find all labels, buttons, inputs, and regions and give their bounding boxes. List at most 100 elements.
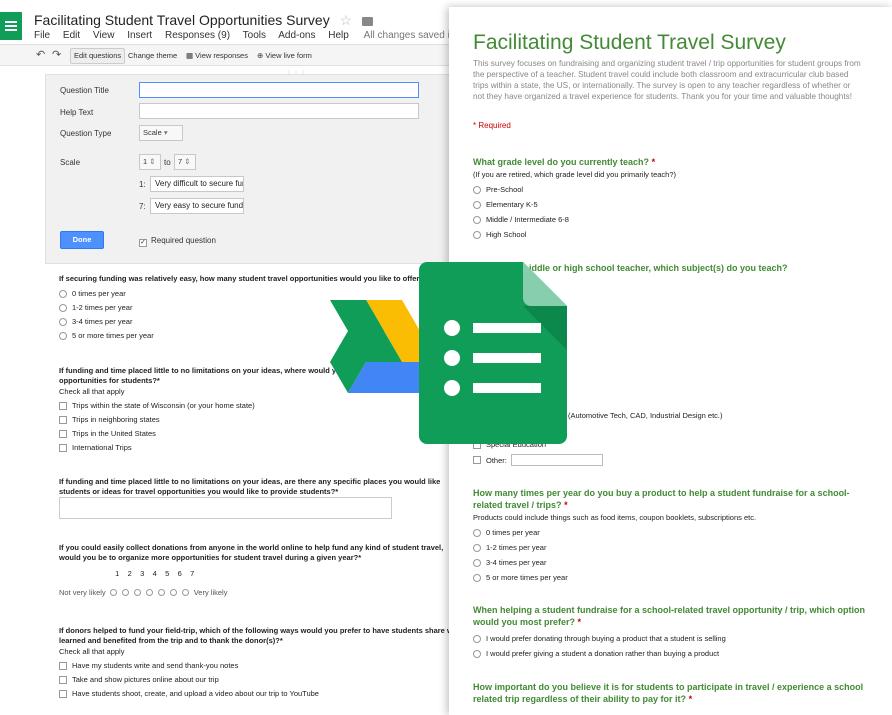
form-description: This survey focuses on fundraising and o… <box>473 59 861 101</box>
other-text-input[interactable] <box>510 454 603 466</box>
question-title-continued[interactable]: learned and benefited from the trip and … <box>59 636 459 646</box>
option[interactable]: Trips in neighboring states <box>59 415 459 424</box>
paragraph-answer-box[interactable] <box>59 497 392 519</box>
scale-from-select[interactable]: 1 ⇕ <box>139 154 161 170</box>
radio-icon[interactable] <box>473 543 481 552</box>
radio-icon[interactable] <box>59 331 67 340</box>
radio-icon[interactable] <box>59 317 67 326</box>
option[interactable]: 0 times per year <box>473 528 873 537</box>
checkbox-icon[interactable] <box>473 456 481 464</box>
radio-icon[interactable] <box>59 303 67 312</box>
label-1-input[interactable]: Very difficult to secure funding <box>150 176 244 192</box>
option[interactable]: I would prefer giving a student a donati… <box>473 649 873 658</box>
radio-icon[interactable] <box>182 589 190 596</box>
radio-icon[interactable] <box>59 289 67 298</box>
question-type-select[interactable]: Scale ▾ <box>139 125 183 141</box>
forms-app-icon[interactable] <box>0 12 22 40</box>
required-star: * <box>651 157 656 167</box>
label-7-input[interactable]: Very easy to secure funding <box>150 198 244 214</box>
option[interactable]: International Trips <box>59 443 459 452</box>
star-icon[interactable]: ☆ <box>340 12 353 28</box>
question-title[interactable]: If funding and time placed little to no … <box>59 477 459 487</box>
doc-title-text[interactable]: Facilitating Student Travel Opportunitie… <box>34 12 330 28</box>
option-label: Have my students write and send thank-yo… <box>72 661 239 670</box>
option[interactable]: Middle / Intermediate 6-8 <box>473 215 873 224</box>
option[interactable]: Have students shoot, create, and upload … <box>59 689 459 698</box>
scale-to-word: to <box>164 158 171 167</box>
radio-icon[interactable] <box>473 528 481 537</box>
stepper-icon: ⇕ <box>149 157 156 166</box>
menu-edit[interactable]: Edit <box>63 30 80 41</box>
radio-icon[interactable] <box>146 589 154 596</box>
live-question-2-fragment: (Automotive Tech, CAD, Industrial Design… <box>568 411 723 420</box>
required-star: * <box>688 694 693 704</box>
option[interactable]: I would prefer donating through buying a… <box>473 634 873 643</box>
radio-icon[interactable] <box>158 589 166 596</box>
radio-icon[interactable] <box>473 558 481 567</box>
radio-icon[interactable] <box>473 634 481 643</box>
radio-icon[interactable] <box>473 649 481 658</box>
label-7-prefix: 7: <box>139 202 146 211</box>
radio-icon[interactable] <box>473 200 481 209</box>
question-title: How important do you believe it is for s… <box>473 681 873 705</box>
option[interactable]: Have my students write and send thank-yo… <box>59 661 459 670</box>
radio-icon[interactable] <box>122 589 130 596</box>
question-title-continued[interactable]: students or ideas for travel opportuniti… <box>59 487 459 497</box>
required-question-toggle[interactable]: ✓ Required question <box>139 236 216 247</box>
radio-icon[interactable] <box>473 185 481 194</box>
question-title[interactable]: If securing funding was relatively easy,… <box>59 274 459 284</box>
radio-icon[interactable] <box>473 230 481 239</box>
question-help: (If you are retired, which grade level d… <box>473 170 677 179</box>
option[interactable]: 5 or more times per year <box>473 573 873 582</box>
menu-responses[interactable]: Responses (9) <box>165 30 230 41</box>
view-live-form-button[interactable]: ⊕ View live form <box>253 48 316 64</box>
option-label: 3-4 times per year <box>72 317 133 326</box>
radio-icon[interactable] <box>134 589 142 596</box>
radio-icon[interactable] <box>473 215 481 224</box>
menu-addons[interactable]: Add-ons <box>278 30 315 41</box>
scale-low-label: Not very likely <box>59 588 106 597</box>
question-title-input[interactable] <box>139 82 419 98</box>
question-title[interactable]: If you could easily collect donations fr… <box>59 543 459 553</box>
required-checkbox[interactable]: ✓ <box>139 239 147 247</box>
question-title-continued[interactable]: would you be to organize more opportunit… <box>59 553 459 563</box>
folder-icon[interactable] <box>362 17 374 26</box>
option[interactable]: Pre-School <box>473 185 873 194</box>
radio-icon[interactable] <box>170 589 178 596</box>
checkbox-icon[interactable] <box>59 429 67 438</box>
menu-insert[interactable]: Insert <box>127 30 152 41</box>
option[interactable]: Take and show pictures online about our … <box>59 675 459 684</box>
checkbox-icon[interactable] <box>59 415 67 424</box>
redo-icon[interactable]: ↷ <box>52 48 61 61</box>
help-text-input[interactable] <box>139 103 419 119</box>
menu-view[interactable]: View <box>93 30 115 41</box>
option[interactable]: 1-2 times per year <box>473 543 873 552</box>
option-label: Middle / Intermediate 6-8 <box>486 215 569 224</box>
menu-file[interactable]: File <box>34 30 50 41</box>
checkbox-icon[interactable] <box>59 443 67 452</box>
option-label: 5 or more times per year <box>486 573 568 582</box>
checkbox-icon[interactable] <box>59 689 67 698</box>
checkbox-icon[interactable] <box>59 401 67 410</box>
option[interactable]: 3-4 times per year <box>473 558 873 567</box>
option[interactable]: 0 times per year <box>59 289 459 298</box>
checkbox-icon[interactable] <box>59 675 67 684</box>
required-star: * <box>564 500 568 510</box>
undo-icon[interactable]: ↶ <box>36 48 45 61</box>
change-theme-button[interactable]: Change theme <box>124 48 181 64</box>
done-button[interactable]: Done <box>60 231 104 249</box>
option[interactable]: Trips in the United States <box>59 429 459 438</box>
option[interactable]: Elementary K-5 <box>473 200 873 209</box>
radio-icon[interactable] <box>110 589 118 596</box>
menu-help[interactable]: Help <box>328 30 349 41</box>
question-title: How many times per year do you buy a pro… <box>473 487 873 511</box>
checkbox-icon[interactable] <box>59 661 67 670</box>
menu-tools[interactable]: Tools <box>243 30 266 41</box>
radio-icon[interactable] <box>473 573 481 582</box>
scale-to-select[interactable]: 7 ⇕ <box>174 154 196 170</box>
edit-questions-button[interactable]: Edit questions <box>70 48 126 64</box>
question-title[interactable]: If donors helped to fund your field-trip… <box>59 626 459 636</box>
option[interactable]: High School <box>473 230 873 239</box>
view-responses-button[interactable]: ▦ View responses <box>182 48 252 64</box>
option-other[interactable]: Other: <box>473 454 873 466</box>
